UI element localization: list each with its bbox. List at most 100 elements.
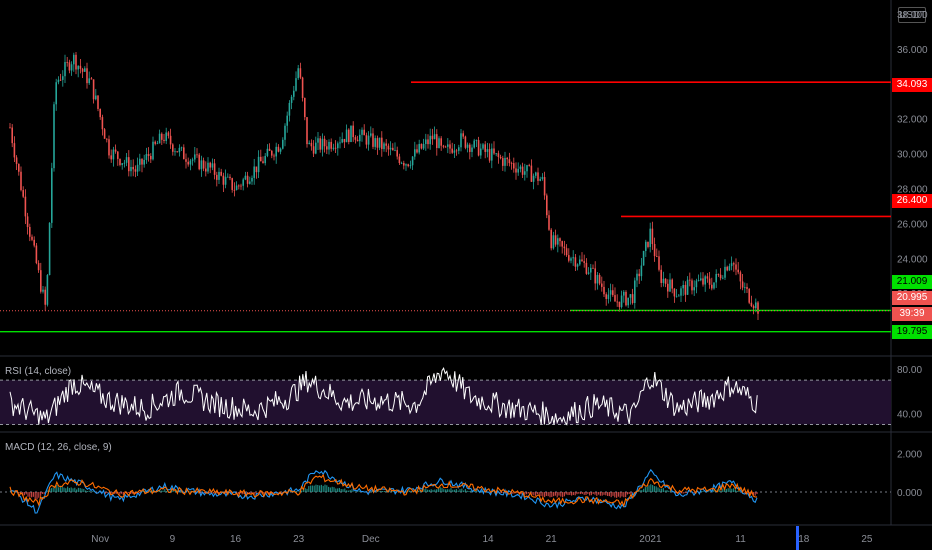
candle-body	[574, 257, 577, 267]
candle-body	[202, 160, 205, 169]
candle-body	[361, 129, 363, 135]
candle-body	[686, 279, 689, 295]
candle-body	[220, 171, 222, 176]
candle-body	[697, 280, 700, 281]
candle-body	[46, 275, 49, 305]
candle-body	[495, 153, 497, 155]
candle-body	[68, 62, 71, 71]
candle-body	[147, 154, 150, 157]
candle-body	[513, 163, 515, 169]
candle-body	[411, 156, 414, 166]
candle-body	[277, 146, 280, 152]
candle-body	[244, 175, 247, 180]
rsi-label[interactable]: RSI (14, close)	[5, 366, 71, 377]
candle-body	[449, 144, 451, 149]
candle-body	[112, 149, 115, 160]
candle-body	[719, 274, 722, 279]
candle-body	[396, 150, 398, 157]
candle-body	[728, 266, 731, 271]
candle-body	[284, 125, 286, 140]
candle-body	[233, 189, 236, 191]
candle-body	[86, 68, 88, 84]
candle-body	[662, 278, 665, 283]
candle-body	[337, 143, 339, 149]
candle-body	[70, 64, 73, 71]
candle-body	[317, 138, 319, 143]
candle-body	[376, 138, 379, 148]
candle-body	[629, 294, 632, 298]
candle-body	[75, 54, 77, 70]
candle-body	[447, 144, 449, 147]
candle-body	[469, 144, 471, 152]
candle-body	[266, 148, 269, 156]
candle-body	[418, 143, 420, 153]
candle-body	[343, 139, 346, 143]
candle-body	[365, 135, 368, 145]
candle-body	[499, 156, 502, 159]
candle-body	[713, 282, 715, 289]
time-cursor-marker[interactable]	[796, 526, 799, 550]
candle-body	[88, 78, 90, 84]
candle-body	[178, 147, 181, 153]
candle-body	[42, 289, 44, 292]
candle-body	[345, 129, 348, 143]
candle-body	[744, 286, 746, 288]
candle-body	[229, 176, 231, 179]
candle-body	[323, 138, 326, 147]
candle-body	[213, 163, 216, 175]
candle-body	[18, 163, 20, 172]
candle-body	[488, 149, 491, 161]
candle-body	[565, 248, 568, 256]
candle-body	[299, 68, 302, 78]
candle-body	[532, 175, 535, 182]
macd-label[interactable]: MACD (12, 26, close, 9)	[5, 442, 112, 453]
candle-body	[735, 264, 737, 270]
candle-body	[645, 241, 647, 252]
candle-body	[180, 147, 183, 149]
candle-body	[253, 166, 255, 178]
candle-body	[383, 143, 385, 150]
candle-body	[231, 178, 233, 190]
candle-body	[607, 294, 610, 299]
candle-body	[64, 62, 66, 77]
candle-body	[535, 172, 537, 176]
candle-body	[548, 215, 550, 230]
candle-body	[20, 171, 22, 191]
candle-body	[515, 168, 517, 173]
candle-body	[541, 177, 544, 179]
candle-body	[482, 144, 484, 149]
candle-body	[73, 54, 75, 65]
candle-body	[326, 146, 328, 150]
candle-body	[427, 139, 429, 145]
candle-body	[711, 284, 713, 289]
candle-body	[123, 162, 126, 164]
candle-body	[117, 151, 119, 159]
candle-body	[409, 165, 412, 167]
candle-body	[660, 269, 662, 283]
candle-body	[704, 276, 706, 285]
chart-canvas[interactable]: 38.00036.00034.00032.00030.00028.00026.0…	[0, 0, 932, 550]
candle-body	[510, 163, 513, 164]
candle-body	[625, 291, 627, 306]
price-tag-last-price: 20.995	[892, 291, 932, 305]
candle-body	[95, 95, 97, 100]
candle-body	[330, 141, 332, 149]
candle-body	[592, 267, 594, 269]
candle-body	[422, 143, 425, 149]
candle-body	[700, 278, 702, 281]
candle-body	[286, 115, 288, 126]
candle-body	[110, 155, 112, 160]
candle-body	[504, 157, 506, 166]
candle-body	[257, 156, 260, 173]
candle-body	[77, 65, 79, 70]
candle-body	[649, 228, 651, 247]
candle-body	[211, 163, 214, 168]
candle-body	[15, 157, 18, 164]
candle-body	[601, 283, 603, 287]
candle-body	[275, 146, 277, 157]
candle-body	[623, 291, 625, 296]
candle-body	[658, 256, 660, 270]
time-axis-tick: 16	[230, 534, 242, 545]
price-axis-tick: 26.000	[897, 219, 928, 230]
candle-body	[570, 258, 572, 261]
